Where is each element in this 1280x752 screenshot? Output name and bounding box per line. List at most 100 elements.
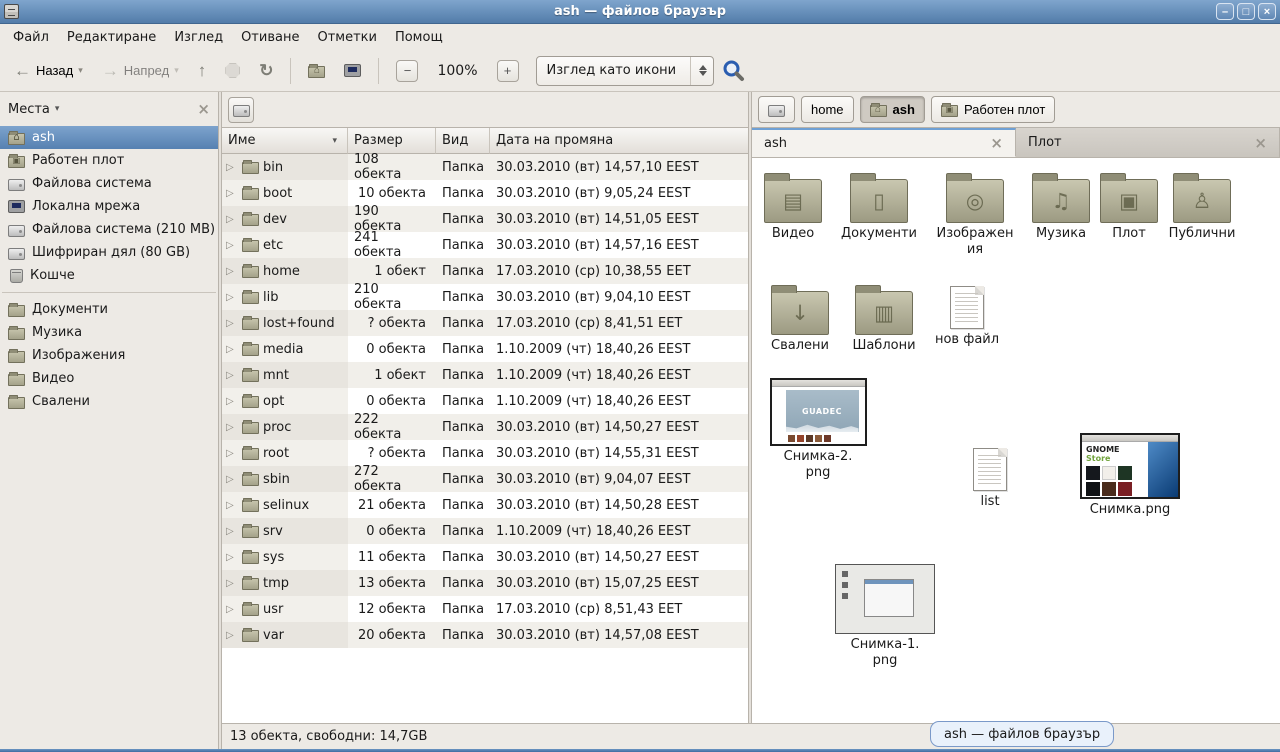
iconview-item[interactable]: ▤Видео: [753, 172, 833, 242]
iconview-item[interactable]: GNOME StoreСнимка.png: [1080, 433, 1180, 518]
iconview-item[interactable]: list: [950, 448, 1030, 510]
close-button[interactable]: ×: [1258, 3, 1276, 20]
sidebar-item[interactable]: Работен плот: [0, 149, 218, 172]
table-row[interactable]: ▷lib210 обектаПапка30.03.2010 (вт) 9,04,…: [222, 284, 748, 310]
titlebar[interactable]: ash — файлов браузър –□×: [0, 0, 1280, 24]
expander-icon[interactable]: ▷: [226, 318, 238, 329]
table-row[interactable]: ▷dev190 обектаПапка30.03.2010 (вт) 14,51…: [222, 206, 748, 232]
table-row[interactable]: ▷var20 обектаПапка30.03.2010 (вт) 14,57,…: [222, 622, 748, 648]
table-row[interactable]: ▷sys11 обектаПапка30.03.2010 (вт) 14,50,…: [222, 544, 748, 570]
forward-button[interactable]: → Напред ▾: [94, 55, 187, 87]
iconview-item[interactable]: ↓Свалени: [760, 284, 840, 354]
column-header[interactable]: Вид: [436, 128, 490, 154]
column-header[interactable]: Размер: [348, 128, 436, 154]
stop-button[interactable]: [217, 55, 248, 87]
path-button[interactable]: Работен плот: [931, 96, 1055, 123]
view-mode-select[interactable]: Изглед като икони: [536, 56, 714, 86]
maximize-button[interactable]: □: [1237, 3, 1255, 20]
iconview-item[interactable]: ♙Публични: [1160, 172, 1244, 242]
zoom-in-button[interactable]: +: [489, 55, 527, 87]
expander-icon[interactable]: ▷: [226, 526, 238, 537]
iconview-item[interactable]: ▣Плот: [1089, 172, 1169, 242]
sidebar-item[interactable]: Свалени: [0, 390, 218, 413]
menu-file[interactable]: Файл: [4, 26, 58, 49]
sidebar-item[interactable]: Документи: [0, 298, 218, 321]
table-row[interactable]: ▷bin108 обектаПапка30.03.2010 (вт) 14,57…: [222, 154, 748, 180]
iconview-item[interactable]: Снимка-1. png: [835, 564, 935, 670]
sidebar-item[interactable]: Файлова система: [0, 172, 218, 195]
table-row[interactable]: ▷etc241 обектаПапка30.03.2010 (вт) 14,57…: [222, 232, 748, 258]
menu-view[interactable]: Изглед: [165, 26, 232, 49]
expander-icon[interactable]: ▷: [226, 604, 238, 615]
path-button[interactable]: [758, 96, 795, 123]
table-row[interactable]: ▷sbin272 обектаПапка30.03.2010 (вт) 9,04…: [222, 466, 748, 492]
sidebar-item[interactable]: Файлова система (210 MB): [0, 218, 218, 241]
table-row[interactable]: ▷lost+found? обектаПапка17.03.2010 (ср) …: [222, 310, 748, 336]
table-row[interactable]: ▷proc222 обектаПапка30.03.2010 (вт) 14,5…: [222, 414, 748, 440]
expander-icon[interactable]: ▷: [226, 344, 238, 355]
table-row[interactable]: ▷opt0 обектаПапка1.10.2009 (чт) 18,40,26…: [222, 388, 748, 414]
column-header[interactable]: Име▾: [222, 128, 348, 154]
menu-go[interactable]: Отиване: [232, 26, 308, 49]
expander-icon[interactable]: ▷: [226, 188, 238, 199]
sidebar-item[interactable]: Изображения: [0, 344, 218, 367]
search-button[interactable]: [717, 55, 751, 87]
computer-button[interactable]: [336, 55, 369, 87]
iconview-item[interactable]: ◎Изображен ия: [933, 172, 1017, 259]
expander-icon[interactable]: ▷: [226, 474, 238, 485]
column-header[interactable]: Дата на промяна: [490, 128, 748, 154]
table-row[interactable]: ▷mnt1 обектПапка1.10.2009 (чт) 18,40,26 …: [222, 362, 748, 388]
path-button[interactable]: ash: [860, 96, 925, 123]
up-button[interactable]: ↑: [190, 55, 215, 87]
expander-icon[interactable]: ▷: [226, 396, 238, 407]
close-tab-icon[interactable]: ×: [1254, 134, 1267, 152]
table-row[interactable]: ▷boot10 обектаПапка30.03.2010 (вт) 9,05,…: [222, 180, 748, 206]
iconview-item[interactable]: ▯Документи: [837, 172, 921, 242]
sidebar-item[interactable]: Видео: [0, 367, 218, 390]
sidebar-item[interactable]: Шифриран дял (80 GB): [0, 241, 218, 264]
tab-Плот[interactable]: Плот×: [1016, 128, 1280, 157]
iconview-item[interactable]: ▥Шаблони: [844, 284, 924, 354]
reload-button[interactable]: ↻: [251, 55, 281, 87]
expander-icon[interactable]: ▷: [226, 422, 238, 433]
path-button[interactable]: home: [801, 96, 854, 123]
expander-icon[interactable]: ▷: [226, 630, 238, 641]
menu-edit[interactable]: Редактиране: [58, 26, 165, 49]
menu-help[interactable]: Помощ: [386, 26, 452, 49]
expander-icon[interactable]: ▷: [226, 552, 238, 563]
table-row[interactable]: ▷tmp13 обектаПапка30.03.2010 (вт) 15,07,…: [222, 570, 748, 596]
back-dropdown-icon[interactable]: ▾: [78, 65, 83, 76]
sidebar-item[interactable]: ash: [0, 126, 218, 149]
expander-icon[interactable]: ▷: [226, 500, 238, 511]
minimize-button[interactable]: –: [1216, 3, 1234, 20]
table-row[interactable]: ▷media0 обектаПапка1.10.2009 (чт) 18,40,…: [222, 336, 748, 362]
expander-icon[interactable]: ▷: [226, 266, 238, 277]
sidebar-item[interactable]: Музика: [0, 321, 218, 344]
sidebar-item[interactable]: Локална мрежа: [0, 195, 218, 218]
table-row[interactable]: ▷root? обектаПапка30.03.2010 (вт) 14,55,…: [222, 440, 748, 466]
table-row[interactable]: ▷usr12 обектаПапка17.03.2010 (ср) 8,51,4…: [222, 596, 748, 622]
expander-icon[interactable]: ▷: [226, 240, 238, 251]
expander-icon[interactable]: ▷: [226, 448, 238, 459]
icon-view[interactable]: ▤Видео▯Документи◎Изображен ия♫Музика▣Пло…: [752, 158, 1280, 723]
iconview-item[interactable]: нов файл: [927, 286, 1007, 348]
sidebar-close-icon[interactable]: ×: [197, 100, 210, 118]
table-row[interactable]: ▷selinux21 обектаПапка30.03.2010 (вт) 14…: [222, 492, 748, 518]
table-row[interactable]: ▷srv0 обектаПапка1.10.2009 (чт) 18,40,26…: [222, 518, 748, 544]
home-button[interactable]: [300, 55, 333, 87]
expander-icon[interactable]: ▷: [226, 370, 238, 381]
tree-root-button[interactable]: [228, 97, 254, 123]
expander-icon[interactable]: ▷: [226, 214, 238, 225]
table-row[interactable]: ▷home1 обектПапка17.03.2010 (ср) 10,38,5…: [222, 258, 748, 284]
sidebar-item[interactable]: Кошче: [0, 264, 218, 287]
sidebar-mode-dropdown-icon[interactable]: ▾: [55, 104, 60, 114]
sidebar-title[interactable]: Места: [8, 102, 50, 117]
back-button[interactable]: ← Назад ▾: [6, 55, 91, 87]
expander-icon[interactable]: ▷: [226, 292, 238, 303]
expander-icon[interactable]: ▷: [226, 578, 238, 589]
iconview-item[interactable]: GUADECСнимка-2. png: [768, 378, 868, 482]
expander-icon[interactable]: ▷: [226, 162, 238, 173]
zoom-out-button[interactable]: −: [388, 55, 426, 87]
close-tab-icon[interactable]: ×: [990, 134, 1003, 152]
tab-ash[interactable]: ash×: [752, 128, 1016, 157]
